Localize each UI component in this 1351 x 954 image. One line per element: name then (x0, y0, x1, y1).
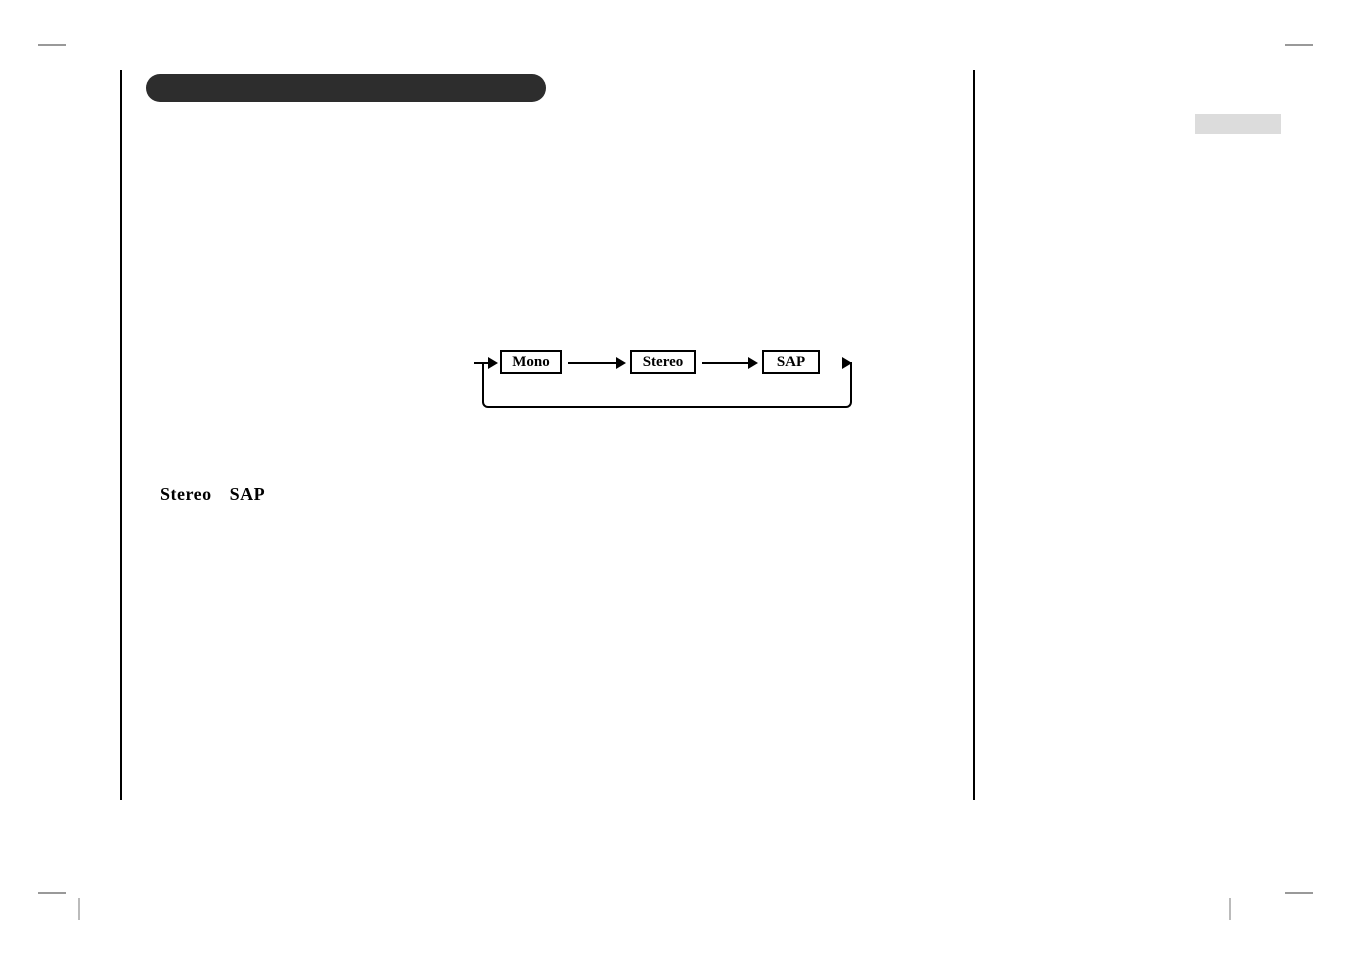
crop-mark (1285, 892, 1313, 894)
page-corner-block (1195, 114, 1281, 134)
mode-node-mono: Mono (500, 350, 562, 374)
arrow-icon (474, 362, 496, 364)
mode-node-stereo: Stereo (630, 350, 696, 374)
mode-node-sap: SAP (762, 350, 820, 374)
content-column: Mono Stereo SAP (120, 70, 975, 800)
label-sap: SAP (230, 484, 266, 504)
arrow-icon (826, 362, 850, 364)
crop-mark (1285, 44, 1313, 46)
crop-mark (38, 892, 66, 894)
mode-label-line: Stereo SAP (160, 484, 265, 505)
audio-mode-cycle-diagram: Mono Stereo SAP (482, 362, 852, 422)
footer-tick (1229, 898, 1231, 920)
crop-mark (38, 44, 66, 46)
section-heading-bar (146, 74, 546, 102)
footer-tick (78, 898, 80, 920)
label-stereo: Stereo (160, 484, 212, 504)
page-root: Mono Stereo SAP Stereo SAP (0, 0, 1351, 954)
arrow-icon (702, 362, 756, 364)
arrow-icon (568, 362, 624, 364)
